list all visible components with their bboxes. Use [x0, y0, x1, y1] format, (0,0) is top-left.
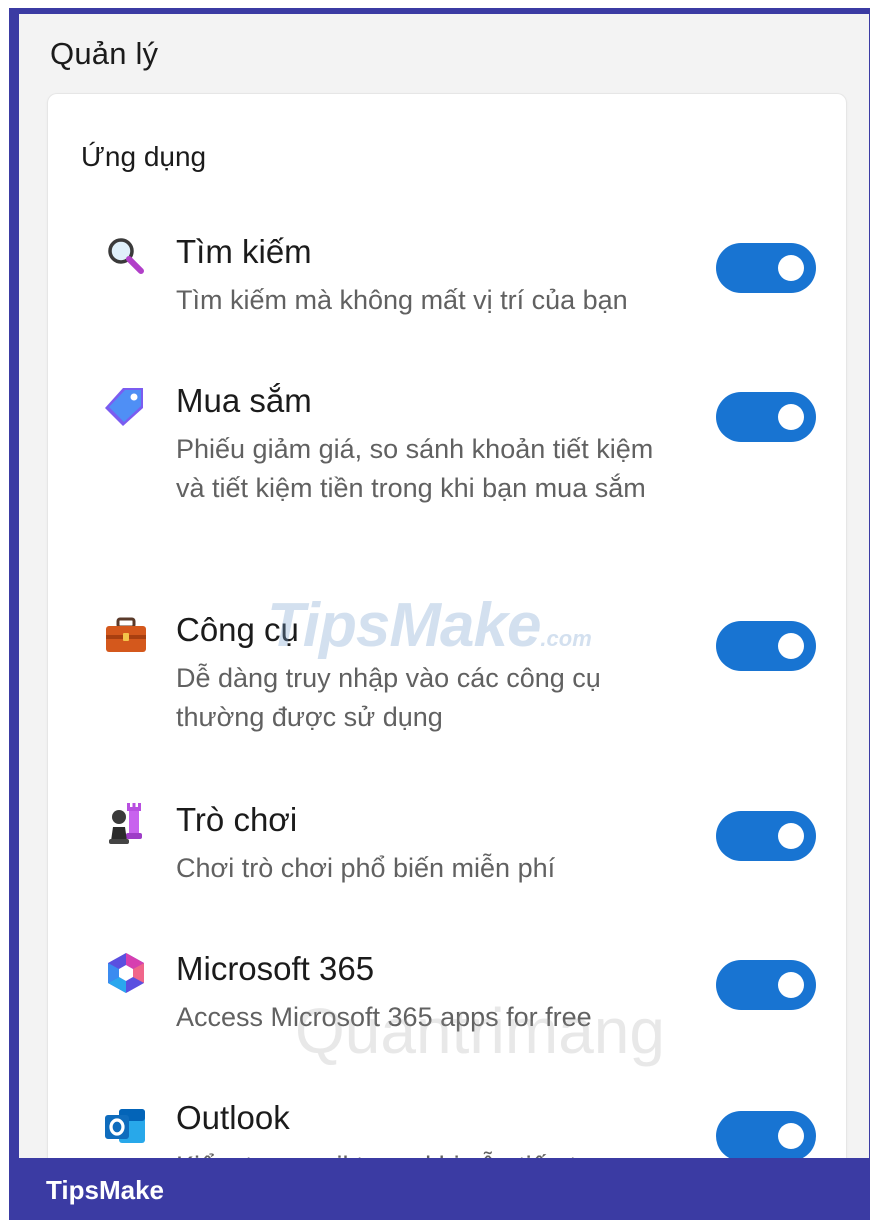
section-title: Quản lý: [50, 36, 159, 71]
settings-panel: Quản lý Ứng dụng Tìm kiếm Tìm kiếm mà kh…: [19, 14, 869, 1174]
footer-brand: TipsMake: [46, 1175, 165, 1205]
toggle-shopping[interactable]: [716, 392, 816, 442]
app-description: Dễ dàng truy nhập vào các công cụ thường…: [176, 663, 601, 732]
app-description: Tìm kiếm mà không mất vị trí của bạn: [176, 285, 628, 315]
app-title: Mua sắm: [176, 382, 312, 419]
toggle-knob: [778, 1123, 804, 1149]
toggle-microsoft-365[interactable]: [716, 960, 816, 1010]
app-title: Trò chơi: [176, 801, 298, 838]
footer-bar: TipsMake: [9, 1158, 870, 1220]
app-description: Access Microsoft 365 apps for free: [176, 1002, 592, 1032]
outlook-icon: [103, 1103, 149, 1149]
toolbox-icon: [103, 611, 149, 657]
toggle-games[interactable]: [716, 811, 816, 861]
price-tag-icon: [103, 382, 149, 428]
toggle-search[interactable]: [716, 243, 816, 293]
toggle-knob: [778, 972, 804, 998]
app-title: Outlook: [176, 1099, 290, 1136]
toggle-tools[interactable]: [716, 621, 816, 671]
toggle-knob: [778, 404, 804, 430]
chess-pieces-icon: [103, 801, 149, 847]
app-title: Tìm kiếm: [176, 233, 312, 270]
app-title: Công cụ: [176, 611, 299, 648]
app-title: Microsoft 365: [176, 950, 375, 987]
toggle-knob: [778, 255, 804, 281]
microsoft-365-icon: [103, 950, 149, 996]
apps-card: Ứng dụng Tìm kiếm Tìm kiếm mà không mất …: [48, 94, 846, 1174]
card-title: Ứng dụng: [81, 141, 207, 172]
toggle-knob: [778, 823, 804, 849]
app-description: Phiếu giảm giá, so sánh khoản tiết kiệm …: [176, 434, 654, 503]
app-description: Chơi trò chơi phổ biến miễn phí: [176, 853, 556, 883]
toggle-outlook[interactable]: [716, 1111, 816, 1161]
toggle-knob: [778, 633, 804, 659]
magnifier-icon: [103, 233, 149, 279]
